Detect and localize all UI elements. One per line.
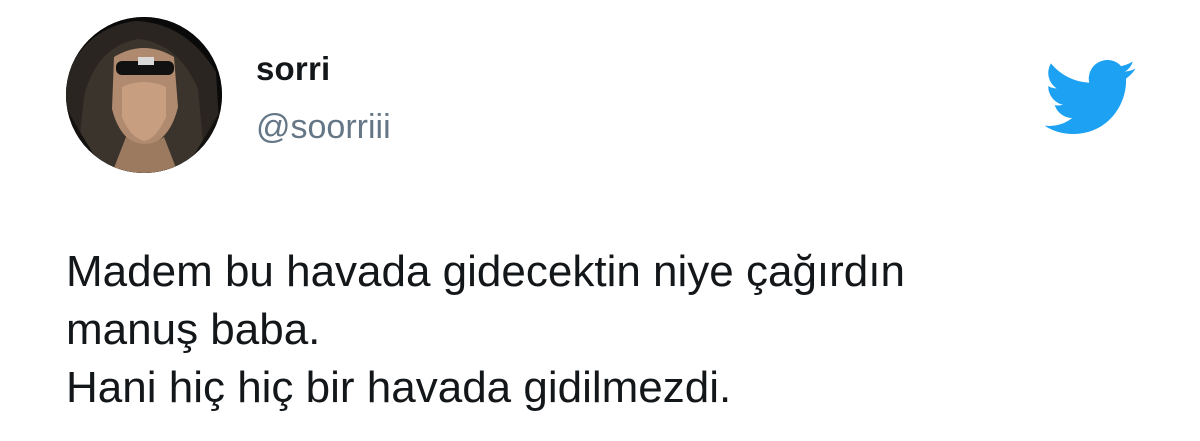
user-avatar[interactable] bbox=[66, 17, 222, 173]
user-display-name[interactable]: sorri bbox=[256, 50, 330, 88]
twitter-bird-icon[interactable] bbox=[1044, 59, 1136, 134]
tweet-line: Madem bu havada gidecektin niye çağırdın bbox=[66, 247, 905, 296]
user-handle[interactable]: @soorriii bbox=[256, 108, 391, 147]
tweet-text: Madem bu havada gidecektin niye çağırdın… bbox=[66, 243, 1166, 417]
avatar-photo bbox=[66, 17, 222, 173]
tweet-line: manuş baba. bbox=[66, 305, 321, 354]
tweet-card: sorri @soorriii Madem bu havada gidecekt… bbox=[0, 0, 1200, 441]
tweet-line: Hani hiç hiç bir havada gidilmezdi. bbox=[66, 363, 732, 412]
